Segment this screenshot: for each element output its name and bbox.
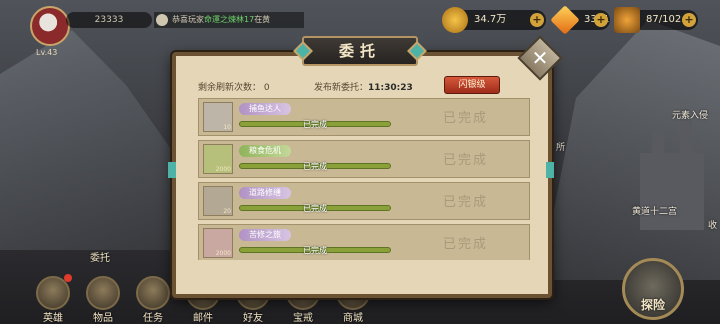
player-id: 23333 (66, 12, 152, 28)
stamina-resource: 87/102 + (614, 7, 698, 33)
task-progress-label: 已完成 (303, 120, 327, 129)
player-level: Lv.43 (36, 48, 58, 57)
task-qty: 10 (223, 124, 231, 131)
task-progress-label: 已完成 (303, 246, 327, 255)
task-thumbnail: 20 (203, 186, 233, 216)
diamond-plus-button[interactable]: + (594, 13, 608, 27)
modal-right-tab (546, 162, 554, 178)
gold-value: 34.7万 (474, 14, 507, 25)
task-row[interactable]: 20 道路修缮 已完成 已完成 (198, 182, 530, 220)
publish-label: 发布新委托： (314, 83, 369, 93)
task-progress-label: 已完成 (303, 204, 327, 213)
task-qty: 20 (223, 208, 231, 215)
gold-coin-icon (442, 7, 468, 33)
nav-quests[interactable]: 任务 (130, 274, 176, 324)
entrust-building[interactable]: 委托 (74, 214, 126, 264)
task-row[interactable]: 2000 苦修之旅 已完成 已完成 (198, 224, 530, 260)
task-name: 道路修缮 (239, 187, 291, 199)
task-thumbnail: 10 (203, 102, 233, 132)
refresh-value: 0 (263, 83, 270, 93)
task-status: 已完成 (443, 195, 489, 210)
nav-label: 商城 (343, 313, 363, 324)
flash-silver-button[interactable]: 闪银级 (444, 76, 500, 94)
nav-label: 好友 (243, 313, 263, 324)
task-status: 已完成 (443, 111, 489, 126)
explore-button[interactable]: 探险 (622, 258, 684, 320)
task-thumbnail: 2000 (203, 144, 233, 174)
gold-resource: 34.7万 + (442, 7, 546, 33)
task-name: 捕鱼达人 (239, 103, 291, 115)
close-icon: ✕ (531, 46, 549, 70)
modal-title: 委托 (293, 36, 427, 66)
collect-label[interactable]: 收 (708, 218, 717, 231)
task-row[interactable]: 2000 粮食危机 已完成 已完成 (198, 140, 530, 178)
explore-label: 探险 (640, 298, 665, 312)
task-qty: 2000 (215, 166, 231, 173)
gold-plus-button[interactable]: + (530, 13, 544, 27)
mountain-right (540, 20, 720, 280)
entrust-building-label: 委托 (90, 253, 110, 264)
chat-prefix: 恭喜玩家 (172, 15, 204, 24)
stamina-plus-button[interactable]: + (682, 13, 696, 27)
chat-highlight: 命運之煉林17 (204, 15, 255, 24)
chat-suffix: 在黄 (254, 15, 271, 24)
task-name: 粮食危机 (239, 145, 291, 157)
nav-label: 任务 (143, 313, 163, 324)
elements-invasion-label[interactable]: 元素入侵 (672, 108, 708, 121)
bag-icon (86, 276, 120, 310)
scroll-icon (136, 276, 170, 310)
chat-bubble-icon (156, 14, 168, 26)
diamond-resource: 3321 + (550, 5, 610, 35)
task-list: 10 捕鱼达人 已完成 已完成 2000 粮食危机 已完成 已完成 20 道路修… (198, 98, 530, 260)
task-name: 苦修之旅 (239, 229, 291, 241)
task-row[interactable]: 10 捕鱼达人 已完成 已完成 (198, 98, 530, 136)
stamina-icon (614, 7, 640, 33)
task-status: 已完成 (443, 237, 489, 252)
modal-title-text: 委托 (338, 42, 381, 60)
modal-left-tab (168, 162, 176, 178)
notification-badge (64, 274, 72, 282)
nav-items[interactable]: 物品 (80, 274, 126, 324)
refresh-count: 剩余刷新次数： 0 (198, 80, 270, 93)
nav-label: 宝戒 (293, 313, 313, 324)
zodiac-label[interactable]: 黄道十二宫 (632, 204, 677, 217)
refresh-label: 剩余刷新次数： (198, 83, 262, 93)
publish-time: 11:30:23 (368, 83, 413, 93)
nav-label: 物品 (93, 313, 113, 324)
recruit-label[interactable]: 所 (556, 140, 565, 153)
nav-label: 英雄 (43, 313, 63, 324)
chat-ticker[interactable]: 恭喜玩家命運之煉林17在黄 (154, 12, 304, 28)
nav-heroes[interactable]: 英雄 (30, 274, 76, 324)
task-qty: 2000 (215, 250, 231, 257)
publish-timer: 发布新委托：11:30:23 (314, 80, 413, 93)
task-thumbnail: 2000 (203, 228, 233, 258)
task-status: 已完成 (443, 153, 489, 168)
player-avatar[interactable] (30, 6, 70, 46)
task-progress-label: 已完成 (303, 162, 327, 171)
stamina-value: 87/102 (646, 14, 682, 25)
nav-label: 邮件 (193, 313, 213, 324)
